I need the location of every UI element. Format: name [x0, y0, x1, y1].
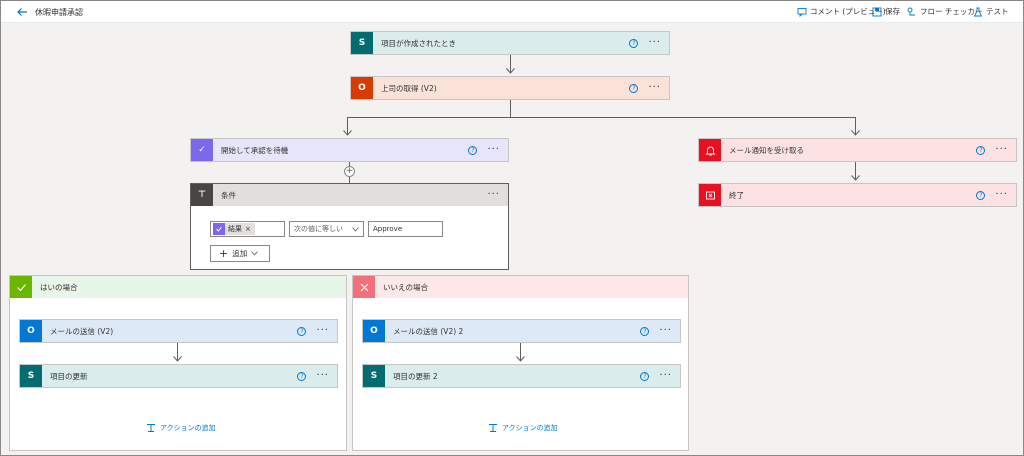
help-icon[interactable]: ? [640, 371, 650, 381]
checkmark-icon [10, 276, 32, 298]
help-icon[interactable]: ? [976, 145, 986, 155]
branch-yes-header[interactable]: はいの場合 [10, 276, 346, 298]
step-update-item-no[interactable]: S 項目の更新 2 ? ··· [362, 364, 681, 388]
branch-yes: はいの場合 O メールの送信 (V2) ? ··· S 項目の更新 ? ··· … [9, 275, 347, 451]
condition-value-input[interactable]: Approve [368, 221, 443, 237]
back-arrow-icon[interactable] [15, 5, 29, 19]
approvals-icon [213, 223, 225, 235]
test-label: テスト [986, 7, 1009, 16]
step-label: 項目の更新 2 [393, 371, 438, 381]
step-email-notification[interactable]: メール通知を受け取る ? ··· [698, 138, 1017, 162]
add-label: 追加 [232, 249, 248, 258]
terminate-icon [699, 184, 721, 206]
step-terminate[interactable]: 終了 ? ··· [698, 183, 1017, 207]
help-icon[interactable]: ? [640, 326, 650, 336]
more-options-icon[interactable]: ··· [487, 145, 500, 155]
add-condition-button[interactable]: + 追加 [210, 245, 270, 262]
flow-canvas: S 項目が作成されたとき ? ··· O 上司の取得 (V2) ? ··· ✓ … [1, 23, 1023, 455]
connector-arrowhead-icon [851, 175, 860, 181]
help-icon[interactable]: ? [468, 145, 478, 155]
office-icon: O [351, 77, 373, 99]
outlook-icon: O [20, 320, 42, 342]
step-start-approval[interactable]: ✓ 開始して承認を待機 ? ··· [190, 138, 509, 162]
step-label: 条件 [221, 190, 236, 200]
step-label: メールの送信 (V2) 2 [393, 326, 464, 336]
help-icon[interactable]: ? [297, 371, 307, 381]
branch-no-header[interactable]: いいえの場合 [353, 276, 688, 298]
step-condition[interactable]: ⊤ 条件 ··· 結果 × 次の値に等しい Approve + 追加 [190, 183, 509, 270]
sharepoint-icon: S [363, 365, 385, 387]
more-options-icon[interactable]: ··· [995, 190, 1008, 200]
connector-line [510, 100, 511, 117]
help-icon[interactable]: ? [297, 326, 307, 336]
step-label: メール通知を受け取る [729, 145, 804, 155]
help-icon[interactable]: ? [629, 38, 639, 48]
outlook-icon: O [363, 320, 385, 342]
flow-checker-button[interactable]: フロー チェッカー [907, 6, 982, 17]
connector-arrowhead-icon [343, 130, 352, 136]
add-action-label: アクションの追加 [160, 424, 216, 432]
test-button[interactable]: テスト [973, 6, 1009, 17]
step-label: 開始して承認を待機 [221, 145, 289, 155]
add-action-icon [147, 424, 155, 432]
connector-arrowhead-icon [851, 130, 860, 136]
save-button[interactable]: 保存 [872, 6, 900, 17]
flow-checker-icon [907, 7, 915, 15]
save-icon [872, 7, 882, 16]
add-action-icon [489, 424, 497, 432]
step-get-manager[interactable]: O 上司の取得 (V2) ? ··· [350, 76, 670, 100]
more-options-icon[interactable]: ··· [659, 371, 672, 381]
step-send-email-yes[interactable]: O メールの送信 (V2) ? ··· [19, 319, 338, 343]
chevron-down-icon [251, 251, 259, 256]
more-options-icon[interactable]: ··· [316, 326, 329, 336]
flow-title: 休暇申請承認 [35, 8, 83, 17]
step-trigger[interactable]: S 項目が作成されたとき ? ··· [350, 31, 670, 55]
step-update-item-yes[interactable]: S 項目の更新 ? ··· [19, 364, 338, 388]
step-send-email-no[interactable]: O メールの送信 (V2) 2 ? ··· [362, 319, 681, 343]
sharepoint-icon: S [351, 32, 373, 54]
help-icon[interactable]: ? [976, 190, 986, 200]
condition-operator-select[interactable]: 次の値に等しい [289, 221, 364, 237]
more-options-icon[interactable]: ··· [487, 190, 500, 200]
condition-left-operand[interactable]: 結果 × [210, 221, 285, 237]
connector-line [347, 117, 856, 118]
help-icon[interactable]: ? [629, 83, 639, 93]
branch-no: いいえの場合 O メールの送信 (V2) 2 ? ··· S 項目の更新 2 ?… [352, 275, 689, 451]
branch-label: はいの場合 [40, 282, 78, 292]
chevron-down-icon [352, 226, 359, 232]
token-label: 結果 [228, 225, 242, 233]
approvals-icon: ✓ [191, 139, 213, 161]
condition-icon: ⊤ [191, 184, 213, 206]
comment-icon [797, 7, 807, 17]
step-label: 項目の更新 [50, 371, 88, 381]
add-action-button-no[interactable]: アクションの追加 [488, 423, 558, 433]
remove-token-icon[interactable]: × [245, 225, 251, 233]
operator-value: 次の値に等しい [294, 225, 343, 233]
connector-arrowhead-icon [506, 68, 515, 74]
close-icon [353, 276, 375, 298]
bell-icon [699, 139, 721, 161]
insert-step-plus-icon[interactable]: + [344, 166, 355, 177]
top-bar: 休暇申請承認 コメント (プレビュー) 保存 フロー チェッカー テスト [1, 1, 1023, 23]
more-options-icon[interactable]: ··· [648, 38, 661, 48]
connector-arrowhead-icon [516, 356, 525, 362]
more-options-icon[interactable]: ··· [648, 83, 661, 93]
condition-row: 結果 × 次の値に等しい Approve [210, 221, 443, 237]
more-options-icon[interactable]: ··· [659, 326, 672, 336]
connector-arrowhead-icon [173, 356, 182, 362]
test-icon [973, 7, 983, 16]
step-label: 項目が作成されたとき [381, 38, 456, 48]
sharepoint-icon: S [20, 365, 42, 387]
more-options-icon[interactable]: ··· [316, 371, 329, 381]
more-options-icon[interactable]: ··· [995, 145, 1008, 155]
step-label: 終了 [729, 190, 744, 200]
add-action-button-yes[interactable]: アクションの追加 [146, 423, 216, 433]
dynamic-token[interactable]: 結果 × [213, 223, 255, 235]
add-action-label: アクションの追加 [502, 424, 558, 432]
step-label: 上司の取得 (V2) [381, 83, 437, 93]
step-label: メールの送信 (V2) [50, 326, 114, 336]
branch-label: いいえの場合 [383, 282, 428, 292]
save-label: 保存 [885, 7, 900, 16]
plus-icon: + [219, 247, 229, 260]
